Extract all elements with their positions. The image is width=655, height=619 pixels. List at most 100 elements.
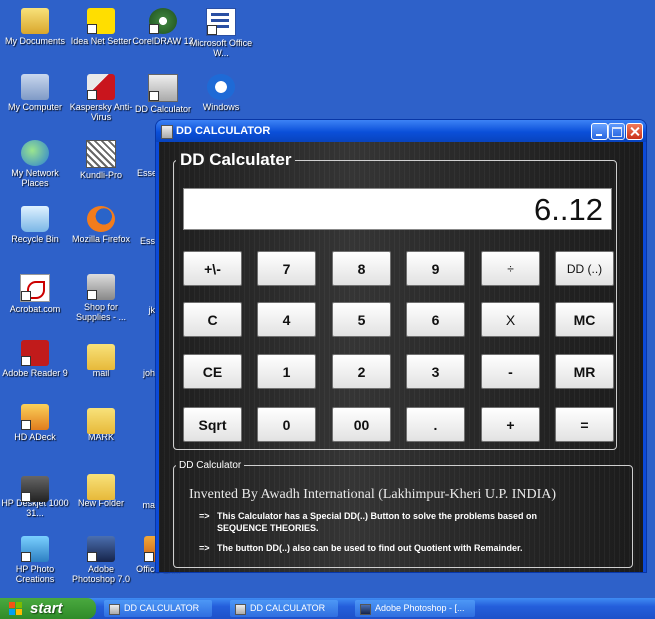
taskbar: start DD CALCULATOR DD CALCULATOR Adobe … <box>0 598 655 619</box>
desktop-icon-partial[interactable]: mar <box>118 500 159 510</box>
desktop-icon-hd-adeck[interactable]: HD ADeck <box>0 404 70 442</box>
desktop-icon-label: HD ADeck <box>14 432 56 442</box>
desktop-icon-label: My Documents <box>4 36 66 46</box>
desktop-icon-windows-media[interactable]: Windows <box>186 74 256 112</box>
desktop-icon-label: Adobe Reader 9 <box>2 368 68 378</box>
digit-3-key[interactable]: 3 <box>406 354 465 389</box>
clear-entry-key[interactable]: CE <box>183 354 242 389</box>
window-title: DD CALCULATOR <box>176 125 271 137</box>
desktop-icon-label: Windows <box>202 102 240 112</box>
digit-5-key[interactable]: 5 <box>332 302 391 337</box>
desktop-icon-partial[interactable]: jkn <box>120 305 160 315</box>
dd-calculator-icon <box>148 74 178 102</box>
digit-4-key[interactable]: 4 <box>257 302 316 337</box>
calculator-group-title: DD Calculater <box>180 150 292 169</box>
desktop-icon-acrobat[interactable]: Acrobat.com <box>0 274 70 314</box>
digit-1-key[interactable]: 1 <box>257 354 316 389</box>
desktop-icon-label: Recycle Bin <box>11 234 59 244</box>
calculator-app-icon <box>161 125 173 139</box>
acrobat-icon <box>20 274 50 302</box>
firefox-icon <box>87 206 115 232</box>
double-zero-key[interactable]: 00 <box>332 407 391 442</box>
desktop-icon-label: Idea Net Setter <box>70 36 132 46</box>
desktop-icon-label: Adobe Photoshop 7.0 <box>71 564 131 584</box>
desktop-icon-label: Acrobat.com <box>9 304 61 314</box>
memory-recall-key[interactable]: MR <box>555 354 614 389</box>
hd-adeck-icon <box>21 404 49 430</box>
close-button[interactable] <box>626 123 643 140</box>
taskbar-item-label: Adobe Photoshop - [... <box>375 603 465 613</box>
coreldraw-icon <box>149 8 177 34</box>
start-button[interactable]: start <box>0 598 96 619</box>
minimize-button[interactable] <box>591 123 608 140</box>
desktop-icon-mark[interactable]: MARK <box>66 404 136 442</box>
desktop-icon-partial[interactable]: Esse <box>120 236 160 246</box>
adobe-reader-icon <box>21 340 49 366</box>
arrow-marker: => <box>199 511 210 521</box>
start-label: start <box>30 600 63 617</box>
desktop-icon-my-documents[interactable]: My Documents <box>0 8 70 46</box>
desktop-icon-label: My Computer <box>7 102 62 112</box>
windows-flag-icon <box>9 602 23 615</box>
digit-0-key[interactable]: 0 <box>257 407 316 442</box>
folder-icon <box>87 408 115 434</box>
taskbar-item-label: DD CALCULATOR <box>124 603 200 613</box>
memory-clear-key[interactable]: MC <box>555 302 614 337</box>
desktop-icon-hp-deskjet[interactable]: HP Deskjet 1000 31... <box>0 470 70 518</box>
hp-photo-icon <box>21 536 49 562</box>
folder-icon <box>87 344 115 370</box>
info-group-title: DD Calculator <box>179 460 242 471</box>
taskbar-item-dd-calculator[interactable]: DD CALCULATOR <box>104 600 212 617</box>
sqrt-key[interactable]: Sqrt <box>183 407 242 442</box>
invented-by-text: Invented By Awadh International (Lakhimp… <box>189 487 557 502</box>
maximize-button[interactable] <box>608 123 625 140</box>
desktop-icon-partial[interactable]: john <box>120 368 160 378</box>
desktop: My Documents My Computer My Network Plac… <box>0 0 655 598</box>
folder-icon <box>87 474 115 500</box>
my-documents-icon <box>21 8 49 34</box>
add-key[interactable]: + <box>481 407 540 442</box>
kundli-pro-icon <box>86 140 116 168</box>
desktop-icon-hp-photo[interactable]: HP Photo Creations <box>0 536 70 584</box>
photoshop-icon <box>87 536 115 562</box>
desktop-icon-network-places[interactable]: My Network Places <box>0 140 70 188</box>
desktop-icon-idea-net-setter[interactable]: Idea Net Setter <box>66 8 136 46</box>
word-icon <box>206 8 236 36</box>
desktop-icon-recycle-bin[interactable]: Recycle Bin <box>0 206 70 244</box>
desktop-icon-label: Esse <box>139 236 160 246</box>
clear-key[interactable]: C <box>183 302 242 337</box>
desktop-icon-label: Kaspersky Anti-Virus <box>69 102 133 122</box>
desktop-icon-label: HP Photo Creations <box>15 564 55 584</box>
dd-key[interactable]: DD (..) <box>555 251 614 286</box>
desktop-icon-kaspersky[interactable]: Kaspersky Anti-Virus <box>66 74 136 122</box>
digit-6-key[interactable]: 6 <box>406 302 465 337</box>
desktop-icon-label: john <box>142 368 160 378</box>
dd-calculator-window[interactable]: DD CALCULATOR DD Calculater 6..12 +\- 7 … <box>156 120 646 572</box>
desktop-icon-my-computer[interactable]: My Computer <box>0 74 70 112</box>
plus-minus-key[interactable]: +\- <box>183 251 242 286</box>
taskbar-item-label: DD CALCULATOR <box>250 603 326 613</box>
multiply-key[interactable]: X <box>481 302 540 337</box>
taskbar-item-dd-calculator[interactable]: DD CALCULATOR <box>230 600 338 617</box>
digit-9-key[interactable]: 9 <box>406 251 465 286</box>
decimal-point-key[interactable]: . <box>406 407 465 442</box>
digit-2-key[interactable]: 2 <box>332 354 391 389</box>
desktop-icon-photoshop[interactable]: Adobe Photoshop 7.0 <box>66 536 136 584</box>
desktop-icon-adobe-reader[interactable]: Adobe Reader 9 <box>0 340 70 378</box>
window-titlebar[interactable]: DD CALCULATOR <box>156 120 646 142</box>
arrow-marker: => <box>199 543 210 553</box>
my-computer-icon <box>21 74 49 100</box>
desktop-icon-partial[interactable]: Esser <box>120 168 160 178</box>
desktop-icon-label: jkn <box>148 305 160 315</box>
equals-key[interactable]: = <box>555 407 614 442</box>
digit-7-key[interactable]: 7 <box>257 251 316 286</box>
subtract-key[interactable]: - <box>481 354 540 389</box>
desktop-icon-word[interactable]: Microsoft Office W... <box>186 8 256 58</box>
info-note-2: => The button DD(..) also can be used to… <box>199 542 619 554</box>
calculator-display[interactable]: 6..12 <box>183 188 612 230</box>
digit-8-key[interactable]: 8 <box>332 251 391 286</box>
window-client-area: DD Calculater 6..12 +\- 7 8 9 ÷ DD (..) … <box>159 142 643 572</box>
divide-key[interactable]: ÷ <box>481 251 540 286</box>
idea-net-setter-icon <box>87 8 115 34</box>
taskbar-item-photoshop[interactable]: Adobe Photoshop - [... <box>355 600 475 617</box>
